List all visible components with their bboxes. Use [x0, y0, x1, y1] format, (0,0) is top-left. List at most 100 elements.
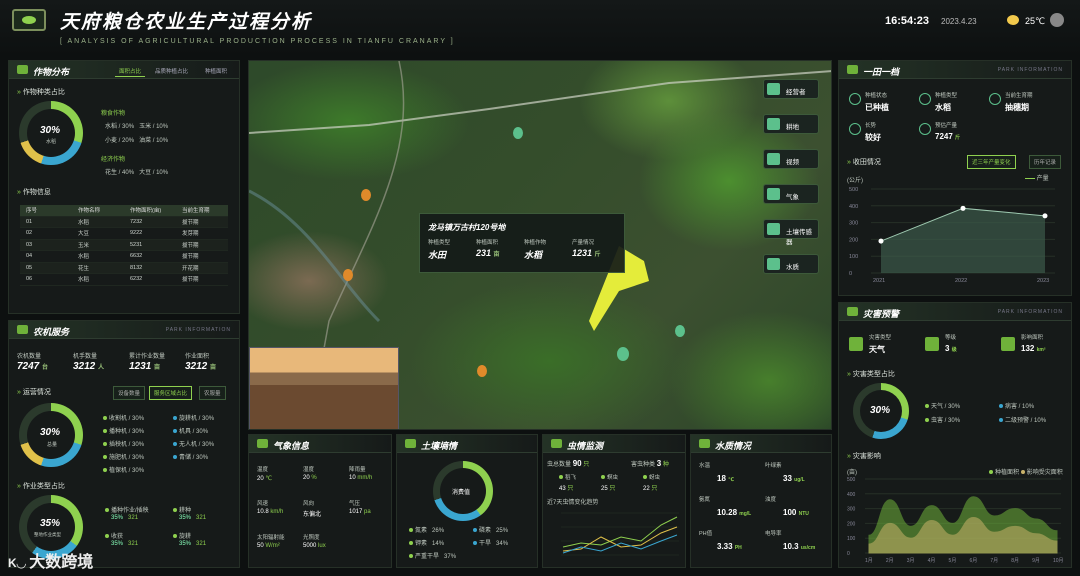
map-layer-button[interactable]: 水质	[763, 254, 819, 274]
ops-row: 插秧机 / 30%	[103, 439, 144, 448]
section-title: 灾害类型占比	[847, 369, 895, 379]
map-marker-icon[interactable]	[343, 269, 353, 281]
tab-quality-share[interactable]: 品质种植占比	[151, 66, 192, 76]
weather-value: 20 ℃	[257, 476, 273, 482]
satellite-map[interactable]: 龙马镇万古村120号地 种植类型 水田 种植面积 231 亩 种植作物 水稻 产量情况 1…	[248, 60, 832, 430]
field-value: 已种植	[865, 103, 889, 112]
weather-label: 光照度	[303, 535, 320, 541]
table-row[interactable]: 03 玉米 5231 拔节期	[20, 239, 228, 251]
map-marker-icon[interactable]	[361, 189, 371, 201]
field-info-icon	[989, 93, 1001, 105]
chip-history[interactable]: 历年记录	[1029, 155, 1062, 169]
water-label: 浊度	[765, 497, 777, 503]
pest-label: 稻飞	[559, 473, 576, 481]
type-value: 35% 321	[179, 541, 207, 547]
chip-three-year[interactable]: 近三年产量变化	[967, 155, 1016, 169]
water-value: 33 ug/L	[783, 474, 805, 483]
water-label: 氨氮	[699, 497, 711, 503]
y-tick-label: 300	[849, 221, 858, 227]
pest-label: 蚜虫	[643, 473, 660, 481]
video-thumbnail[interactable]	[249, 347, 399, 429]
x-tick-label: 1月	[865, 558, 873, 564]
ring-value: 30%	[40, 125, 61, 136]
user-avatar-icon[interactable]	[1050, 13, 1064, 27]
popup-label: 种植类型	[428, 240, 451, 246]
tab-service-area[interactable]: 服务区域占比	[149, 386, 193, 400]
water-value: 100 NTU	[783, 508, 809, 517]
soil-row: 磷素 25%	[473, 525, 508, 534]
water-panel: 水质情况 水温 18 ℃ 叶绿素 33 ug/L 氨氮 10.28 mg/L 浊度 100 N…	[690, 434, 832, 568]
crop-table: 序号 作物名称 作物面积(亩) 当前生育期 01 水稻 7232 拔节期 02 大豆 9222 发芽期…	[20, 205, 228, 286]
stat-label: 农机数量	[17, 354, 42, 360]
type-name: 耕种	[173, 505, 191, 514]
type-name: 收获	[105, 531, 123, 540]
y-tick-label: 100	[849, 254, 858, 260]
disaster-panel: 灾害预警 PARK INFORMATION 灾害类型 天气 等级 3 级影响面积 132 …	[838, 302, 1072, 568]
tab-service-volume[interactable]: 农服量	[199, 386, 226, 400]
disaster-label: 影响面积	[1021, 335, 1044, 341]
map-marker-icon[interactable]	[675, 325, 685, 337]
yield-point	[878, 238, 884, 244]
type-value: 35% 321	[111, 541, 139, 547]
table-row[interactable]: 02 大豆 9222 发芽期	[20, 228, 228, 240]
field-panel: 一田一档 PARK INFORMATION 种植状态 已种植 种植类型 水稻 当前生育期抽…	[838, 60, 1072, 296]
table-row[interactable]: 01 水稻 7232 拔节期	[20, 216, 228, 228]
weather-label: 湿度	[303, 467, 315, 473]
disaster-label: 灾害类型	[869, 335, 892, 341]
stat-value: 7247 台	[17, 361, 49, 372]
header: 天府粮仓农业生产过程分析 [ ANALYSIS OF AGRICULTURAL …	[0, 0, 1080, 56]
field-info-icon	[849, 123, 861, 135]
section-title: 作物种类占比	[17, 87, 65, 97]
crop-row: 花生 / 40% 大豆 / 10%	[105, 170, 169, 176]
map-marker-icon[interactable]	[513, 127, 523, 139]
weather-sun-icon	[1007, 15, 1019, 25]
table-row[interactable]: 04 水稻 6632 拔节期	[20, 251, 228, 263]
weather-value: 10.8 km/h	[257, 509, 284, 515]
stat-value: 3212 人	[73, 361, 105, 372]
y-tick-label: 500	[847, 477, 856, 483]
y-tick-label: 400	[849, 204, 858, 210]
yield-chart: 0 100 200 300 400 500 2021 2022 2023	[849, 187, 1055, 284]
map-layer-button[interactable]: 土壤传感器	[763, 219, 819, 246]
disaster-value: 132 km²	[1021, 344, 1046, 353]
stat-label: 累计作业数量	[129, 354, 166, 360]
field-label: 预估产量	[935, 123, 958, 129]
table-row[interactable]: 05 花生 8132 开花期	[20, 262, 228, 274]
y-tick-label: 400	[847, 492, 856, 498]
tab-planting-area[interactable]: 种植面积	[201, 66, 231, 76]
pest-chart-title: 近7天虫情变化趋势	[547, 500, 599, 506]
y-tick-label: 200	[849, 237, 858, 243]
disaster-chart: 0 100 200 300 400 500 1月 2月 3月 4月 5月 6月 7月 8月 9月 10月	[847, 477, 1064, 564]
grain-label: 粮食作物	[101, 111, 126, 117]
table-row[interactable]: 06 水稻 6232 拔节期	[20, 274, 228, 286]
map-marker-icon[interactable]	[477, 365, 487, 377]
popup-label: 种植面积	[476, 240, 499, 246]
map-layer-button[interactable]: 气象	[763, 184, 819, 204]
field-info-icon	[849, 93, 861, 105]
pest-value: 22 只	[643, 486, 658, 492]
section-title: 运营情况	[17, 387, 51, 397]
weather-panel: 气象信息 温度 20 ℃ 湿度 20 % 降雨量 10 mm/h 风速 10.8 km/h 风向…	[248, 434, 392, 568]
ops-row: 无人机 / 30%	[173, 439, 214, 448]
layer-icon	[767, 83, 780, 95]
popup-label: 产量情况	[572, 240, 595, 246]
yield-point	[960, 205, 966, 211]
type-value: 35% 321	[111, 515, 139, 521]
y-tick-label: 500	[849, 187, 858, 193]
x-tick-label: 2021	[873, 278, 885, 284]
stat-label: 作业面积	[185, 354, 210, 360]
camera-marker-icon[interactable]	[617, 347, 629, 361]
section-title: 作业类型占比	[17, 481, 65, 491]
yield-point	[1042, 213, 1048, 219]
soil-row: 氮素 26%	[409, 525, 444, 534]
map-layer-button[interactable]: 经营者	[763, 79, 819, 99]
table-header: 序号 作物名称 作物面积(亩) 当前生育期	[20, 205, 228, 217]
tab-equipment-count[interactable]: 设备数量	[113, 386, 146, 400]
pest-value: 25 只	[601, 486, 616, 492]
water-value: 10.28 mg/L	[717, 508, 752, 517]
section-title: 作物信息	[17, 187, 51, 197]
map-layer-button[interactable]: 视频	[763, 149, 819, 169]
tab-area-share[interactable]: 面积占比	[115, 66, 146, 77]
map-layer-button[interactable]: 耕地	[763, 114, 819, 134]
type-value: 35% 321	[179, 515, 207, 521]
